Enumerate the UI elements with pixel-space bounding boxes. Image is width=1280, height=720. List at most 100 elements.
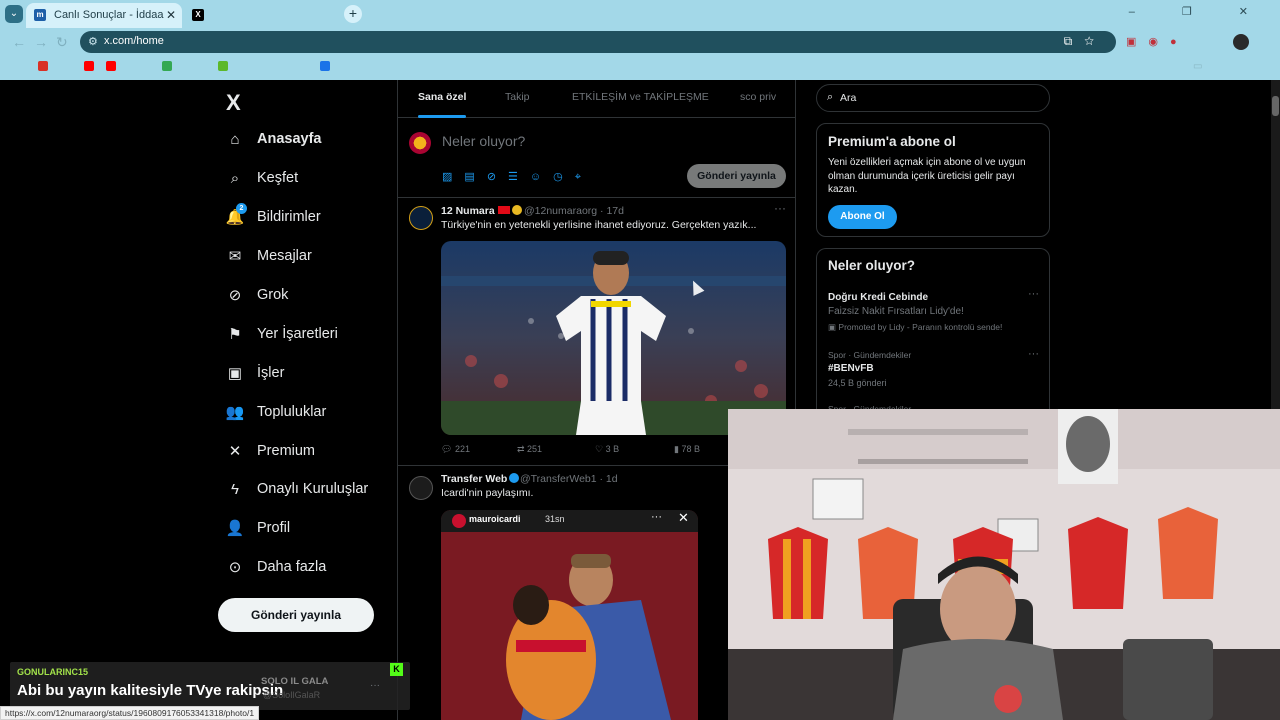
like-button[interactable]: ♡ 3 B <box>595 444 619 455</box>
retweet-button[interactable]: ⇄ 251 <box>517 444 542 455</box>
close-tab-icon[interactable]: ✕ <box>166 3 176 27</box>
address-bar[interactable]: ⚙ x.com/home ⧉☆ <box>80 31 1116 53</box>
bookmark-maps[interactable] <box>162 61 175 73</box>
12numara-avatar[interactable] <box>409 206 433 230</box>
sidebar-item-yer-i̇şaretleri[interactable]: ⚑ Yer İşaretleri <box>226 319 338 349</box>
post-composer: Neler oluyor? ▨▤⊘☰☺◷⌖ Gönderi yayınla <box>398 118 796 198</box>
trend-hashtag[interactable]: #BENvFB <box>828 363 874 374</box>
tweet-handle[interactable]: @TransferWeb1 · 1d <box>520 473 618 485</box>
sidebar-item-daha-fazla[interactable]: ⊙ Daha fazla <box>226 552 327 582</box>
extensions-icon[interactable]: ▣◉● <box>1126 35 1189 48</box>
gmail-icon <box>38 61 48 71</box>
transferweb-avatar[interactable] <box>409 476 433 500</box>
search-icon: ⌕ <box>230 169 240 187</box>
sidebar-item-profil[interactable]: 👤 Profil <box>226 513 290 543</box>
tab-sana-ozel[interactable]: Sana özel <box>418 91 467 118</box>
url-text[interactable]: x.com/home <box>104 35 164 47</box>
sidebar-item-label: Anasayfa <box>257 131 322 147</box>
forward-icon[interactable]: → <box>34 34 48 50</box>
author-name-text: 12 Numara <box>441 205 495 217</box>
bookmark-globe[interactable] <box>320 61 333 73</box>
premium-card: Premium'a abone ol Yeni özellikleri açma… <box>816 123 1050 237</box>
tweet-photo[interactable] <box>441 241 786 435</box>
sidebar-item-label: Bildirimler <box>257 209 321 225</box>
bookmark-folder[interactable]: ▭ <box>1193 61 1202 72</box>
folder-icon: ▭ <box>1193 61 1203 72</box>
sidebar-post-button[interactable]: Gönderi yayınla <box>218 598 374 632</box>
embed-more-icon[interactable]: ··· <box>651 511 662 523</box>
sidebar-item-label: Yer İşaretleri <box>257 326 338 342</box>
sidebar-item-i̇şler[interactable]: ▣ İşler <box>226 358 285 388</box>
tab-search-icon[interactable]: ⌄ <box>5 5 23 23</box>
envelope-icon: ✉ <box>228 248 242 265</box>
tweet-author-name[interactable]: Transfer Web <box>441 473 520 485</box>
grok-icon[interactable]: ⊘ <box>487 171 508 183</box>
tweet-photo-embed[interactable]: mauroicardi 31sn ··· ✕ <box>441 510 698 720</box>
user-avatar[interactable] <box>409 132 431 154</box>
sidebar-item-anasayfa[interactable]: ⌂ Anasayfa <box>226 124 321 154</box>
composer-post-button[interactable]: Gönderi yayınla <box>687 164 786 188</box>
tab-takip[interactable]: Takip <box>505 91 530 103</box>
trend-more-icon[interactable]: ··· <box>1028 288 1039 300</box>
browser-toolbar: ← → ↻ ⚙ x.com/home ⧉☆ ▣◉● <box>0 28 1280 56</box>
sidebar-item-premium[interactable]: ✕ Premium <box>226 436 315 466</box>
premium-title: Premium'a abone ol <box>828 134 956 149</box>
screen: ⌄ m Canlı Sonuçlar - İddaa Sonuçları ✕ X… <box>0 0 1280 720</box>
window-controls[interactable]: ‒ ❐ ✕ <box>1129 5 1270 18</box>
bookmark-gmail[interactable] <box>38 61 51 73</box>
location-icon[interactable]: ⌖ <box>575 171 593 183</box>
bookmark-ae[interactable] <box>218 61 231 73</box>
back-icon[interactable]: ← <box>12 34 26 50</box>
schedule-icon[interactable]: ◷ <box>553 171 575 183</box>
reply-button[interactable]: 💬︎ 221 <box>441 444 470 455</box>
compose-input[interactable]: Neler oluyor? <box>442 133 525 149</box>
scrollbar-thumb[interactable] <box>1272 96 1279 116</box>
views-count: 78 B <box>681 444 700 454</box>
verified-blue-icon <box>509 473 520 483</box>
sidebar-item-bildirimler[interactable]: 🔔 2 Bildirimler <box>226 202 321 232</box>
sidebar-item-grok[interactable]: ⊘ Grok <box>226 280 289 310</box>
sidebar-item-mesajlar[interactable]: ✉ Mesajlar <box>226 241 312 271</box>
bookmark-youtube-1[interactable] <box>84 61 97 73</box>
subscribe-button[interactable]: Abone Ol <box>828 205 897 229</box>
streamer-webcam-image <box>728 409 1280 720</box>
bookmark-youtube-2[interactable] <box>106 61 119 73</box>
tweet-author-name[interactable]: 12 Numara <box>441 205 522 217</box>
image-icon[interactable]: ▨ <box>442 171 464 183</box>
sidebar-item-topluluklar[interactable]: 👥 Topluluklar <box>226 397 327 427</box>
search-box[interactable]: ⌕ Ara <box>816 84 1050 112</box>
tab-title: Canlı Sonuçlar - İddaa Sonuçları <box>54 9 164 21</box>
search-input[interactable]: Ara <box>840 92 856 104</box>
tweet-more-icon[interactable]: ··· <box>774 201 786 215</box>
new-tab-button[interactable]: + <box>344 5 362 23</box>
x-logo-icon[interactable]: X <box>226 90 241 116</box>
emoji-icon[interactable]: ☺ <box>530 171 553 183</box>
poll-icon[interactable]: ☰ <box>508 171 530 183</box>
page-scrollbar[interactable] <box>1271 80 1280 410</box>
sidebar-item-onaylı-kuruluşlar[interactable]: ϟ Onaylı Kuruluşlar <box>226 474 368 504</box>
tweet-handle[interactable]: @12numaraorg · 17d <box>524 205 624 217</box>
trend-more-icon[interactable]: ··· <box>1028 348 1039 360</box>
chat-message-text: Abi bu yayın kalitesiyle TVye rakipsin <box>17 682 284 699</box>
globe-icon <box>320 61 330 71</box>
tab-etkilesim[interactable]: ETKİLEŞİM ve TAKİPLEŞME <box>572 91 709 103</box>
views-button[interactable]: ▮ 78 B <box>674 444 700 455</box>
site-info-icon[interactable]: ⚙ <box>88 35 98 48</box>
bookmarks-bar: ▭ <box>0 56 1280 80</box>
gif-icon[interactable]: ▤ <box>464 171 486 183</box>
bookmark-star-icon[interactable]: ⧉☆ <box>1064 34 1106 49</box>
sidebar-item-label: Profil <box>257 520 291 536</box>
account-switcher-name[interactable]: SOLO IL GALA <box>261 676 328 687</box>
promoted-icon: ▣ <box>828 322 839 332</box>
profile-avatar-icon[interactable] <box>1233 34 1249 50</box>
tab-sco-priv[interactable]: sco priv <box>740 91 776 103</box>
trend-title[interactable]: Doğru Kredi Cebinde <box>828 292 928 303</box>
reload-icon[interactable]: ↻ <box>56 34 68 51</box>
tab-x[interactable]: X <box>184 3 336 28</box>
embed-close-icon[interactable]: ✕ <box>678 510 689 526</box>
sidebar-item-keşfet[interactable]: ⌕ Keşfet <box>226 163 298 193</box>
reply-icon: 💬︎ <box>441 444 455 454</box>
tab-canli-sonuclar[interactable]: m Canlı Sonuçlar - İddaa Sonuçları ✕ <box>26 3 182 28</box>
account-more-icon[interactable]: ··· <box>370 680 380 691</box>
ae-icon <box>218 61 228 71</box>
